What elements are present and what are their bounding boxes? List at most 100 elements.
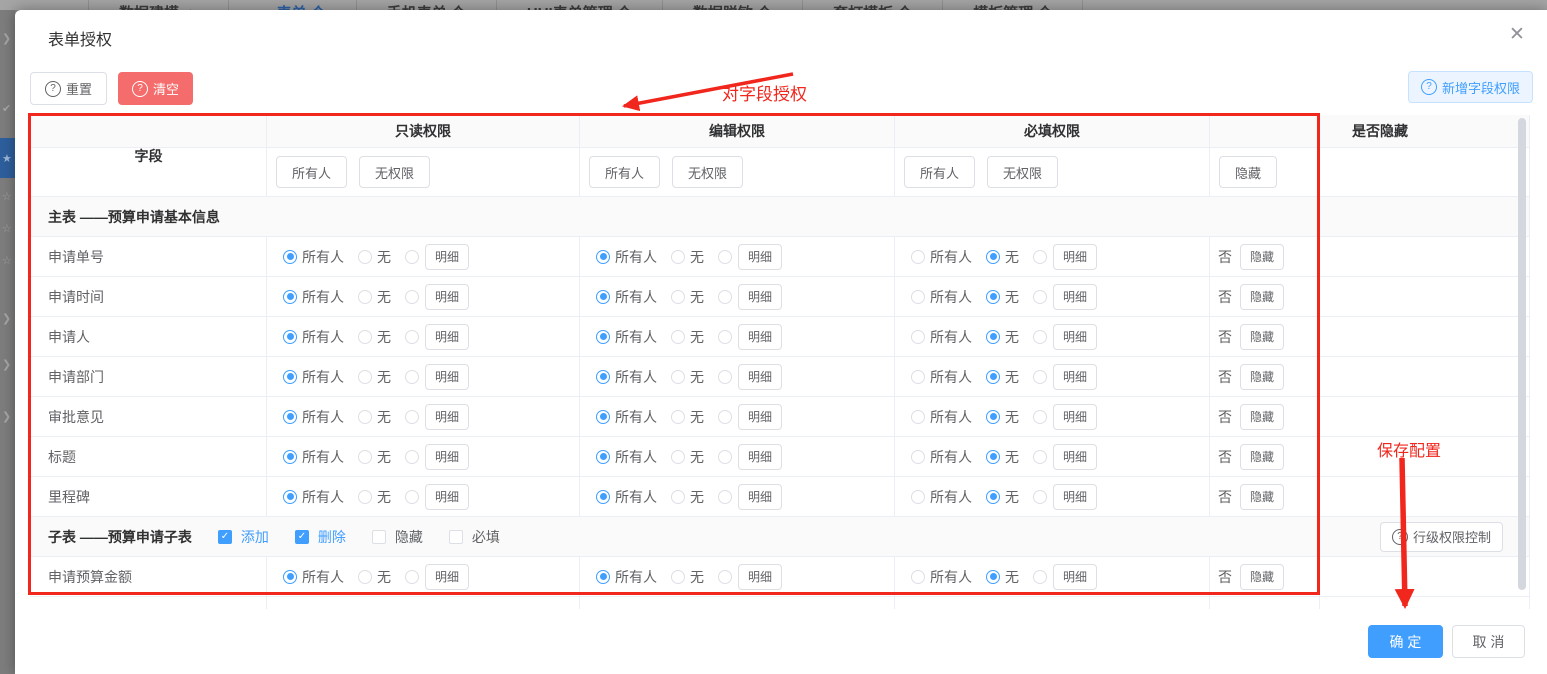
detail-button[interactable]: 明细 <box>425 484 469 510</box>
detail-button[interactable]: 明细 <box>738 444 782 470</box>
cancel-button[interactable]: 取 消 <box>1452 625 1525 658</box>
radio-option-all[interactable]: 所有人 <box>911 327 972 347</box>
detail-button[interactable]: 明细 <box>1053 284 1097 310</box>
radio-option-none[interactable]: 无 <box>671 447 704 467</box>
hide-button[interactable]: 隐藏 <box>1240 404 1284 430</box>
detail-button[interactable]: 明细 <box>425 444 469 470</box>
radio-option-detail[interactable]: 明细 <box>1033 484 1097 510</box>
radio-option-all[interactable]: 所有人 <box>911 487 972 507</box>
radio-option-detail[interactable]: 明细 <box>405 564 469 590</box>
radio-option-all[interactable]: 所有人 <box>283 367 344 387</box>
checkbox-删除[interactable]: ✓删除 <box>295 527 346 547</box>
radio-option-all[interactable]: 所有人 <box>911 247 972 267</box>
radio-option-none[interactable]: 无 <box>358 247 391 267</box>
radio-option-none[interactable]: 无 <box>358 327 391 347</box>
radio-option-none[interactable]: 无 <box>358 287 391 307</box>
radio-option-detail[interactable]: 明细 <box>718 244 782 270</box>
detail-button[interactable]: 明细 <box>425 244 469 270</box>
radio-option-detail[interactable]: 明细 <box>1033 364 1097 390</box>
bulk-all-button[interactable]: 所有人 <box>904 156 975 188</box>
detail-button[interactable]: 明细 <box>425 364 469 390</box>
radio-option-all[interactable]: 所有人 <box>596 247 657 267</box>
detail-button[interactable]: 明细 <box>738 364 782 390</box>
row-permission-control-button[interactable]: ?行级权限控制 <box>1380 522 1503 552</box>
radio-option-all[interactable]: 所有人 <box>596 447 657 467</box>
detail-button[interactable]: 明细 <box>425 284 469 310</box>
radio-option-none[interactable]: 无 <box>986 247 1019 267</box>
detail-button[interactable]: 明细 <box>738 324 782 350</box>
radio-option-none[interactable]: 无 <box>358 447 391 467</box>
radio-option-all[interactable]: 所有人 <box>283 447 344 467</box>
chevron-right-icon[interactable]: ❯ <box>2 34 11 45</box>
radio-option-none[interactable]: 无 <box>358 407 391 427</box>
radio-option-detail[interactable]: 明细 <box>405 284 469 310</box>
radio-option-all[interactable]: 所有人 <box>911 567 972 587</box>
star-icon[interactable]: ☆ <box>2 256 12 267</box>
hide-button[interactable]: 隐藏 <box>1240 324 1284 350</box>
detail-button[interactable]: 明细 <box>1053 564 1097 590</box>
detail-button[interactable]: 明细 <box>1053 444 1097 470</box>
background-tab[interactable]: 数据建模 ▲ <box>88 0 229 10</box>
radio-option-detail[interactable]: 明细 <box>1033 404 1097 430</box>
radio-option-all[interactable]: 所有人 <box>911 447 972 467</box>
radio-option-all[interactable]: 所有人 <box>283 407 344 427</box>
radio-option-none[interactable]: 无 <box>986 447 1019 467</box>
radio-option-detail[interactable]: 明细 <box>405 484 469 510</box>
reset-button[interactable]: ? 重置 <box>30 72 107 105</box>
add-field-permission-button[interactable]: ? 新增字段权限 <box>1408 71 1533 103</box>
radio-option-detail[interactable]: 明细 <box>718 564 782 590</box>
radio-option-all[interactable]: 所有人 <box>283 247 344 267</box>
radio-option-all[interactable]: 所有人 <box>596 567 657 587</box>
radio-option-none[interactable]: 无 <box>671 287 704 307</box>
radio-option-detail[interactable]: 明细 <box>718 444 782 470</box>
chevron-right-icon[interactable]: ❯ <box>2 412 11 423</box>
bulk-none-button[interactable]: 无权限 <box>672 156 743 188</box>
radio-option-none[interactable]: 无 <box>358 487 391 507</box>
detail-button[interactable]: 明细 <box>738 244 782 270</box>
radio-option-all[interactable]: 所有人 <box>283 567 344 587</box>
radio-option-all[interactable]: 所有人 <box>596 287 657 307</box>
radio-option-detail[interactable]: 明细 <box>718 324 782 350</box>
radio-option-detail[interactable]: 明细 <box>718 364 782 390</box>
radio-option-detail[interactable]: 明细 <box>718 284 782 310</box>
radio-option-none[interactable]: 无 <box>986 287 1019 307</box>
star-icon[interactable]: ☆ <box>2 192 12 203</box>
radio-option-all[interactable]: 所有人 <box>596 487 657 507</box>
radio-option-all[interactable]: 所有人 <box>596 367 657 387</box>
vertical-scrollbar-thumb[interactable] <box>1518 118 1526 590</box>
detail-button[interactable]: 明细 <box>738 564 782 590</box>
star-icon[interactable]: ☆ <box>2 224 12 235</box>
radio-option-none[interactable]: 无 <box>986 367 1019 387</box>
radio-option-none[interactable]: 无 <box>671 407 704 427</box>
radio-option-none[interactable]: 无 <box>358 367 391 387</box>
radio-option-all[interactable]: 所有人 <box>596 327 657 347</box>
radio-option-all[interactable]: 所有人 <box>596 407 657 427</box>
detail-button[interactable]: 明细 <box>738 404 782 430</box>
detail-button[interactable]: 明细 <box>1053 364 1097 390</box>
detail-button[interactable]: 明细 <box>425 564 469 590</box>
bulk-hide-button[interactable]: 隐藏 <box>1219 156 1277 188</box>
detail-button[interactable]: 明细 <box>425 404 469 430</box>
radio-option-none[interactable]: 无 <box>986 327 1019 347</box>
clear-button[interactable]: ? 清空 <box>118 72 193 105</box>
radio-option-detail[interactable]: 明细 <box>1033 324 1097 350</box>
close-icon[interactable]: ✕ <box>1509 23 1525 46</box>
checkbox-必填[interactable]: 必填 <box>449 527 500 547</box>
radio-option-none[interactable]: 无 <box>671 247 704 267</box>
bulk-none-button[interactable]: 无权限 <box>359 156 430 188</box>
background-tab[interactable]: HUI表单管理 个 <box>497 0 663 10</box>
background-tab[interactable]: 数据脱敏 个 <box>663 0 803 10</box>
detail-button[interactable]: 明细 <box>1053 404 1097 430</box>
radio-option-all[interactable]: 所有人 <box>911 407 972 427</box>
hide-button[interactable]: 隐藏 <box>1240 484 1284 510</box>
bulk-none-button[interactable]: 无权限 <box>987 156 1058 188</box>
radio-option-none[interactable]: 无 <box>671 567 704 587</box>
detail-button[interactable]: 明细 <box>1053 324 1097 350</box>
checkbox-添加[interactable]: ✓添加 <box>218 527 269 547</box>
radio-option-none[interactable]: 无 <box>671 367 704 387</box>
background-tab[interactable]: 套打模板 个 <box>803 0 943 10</box>
radio-option-all[interactable]: 所有人 <box>283 287 344 307</box>
radio-option-detail[interactable]: 明细 <box>1033 284 1097 310</box>
bulk-all-button[interactable]: 所有人 <box>589 156 660 188</box>
radio-option-detail[interactable]: 明细 <box>1033 244 1097 270</box>
